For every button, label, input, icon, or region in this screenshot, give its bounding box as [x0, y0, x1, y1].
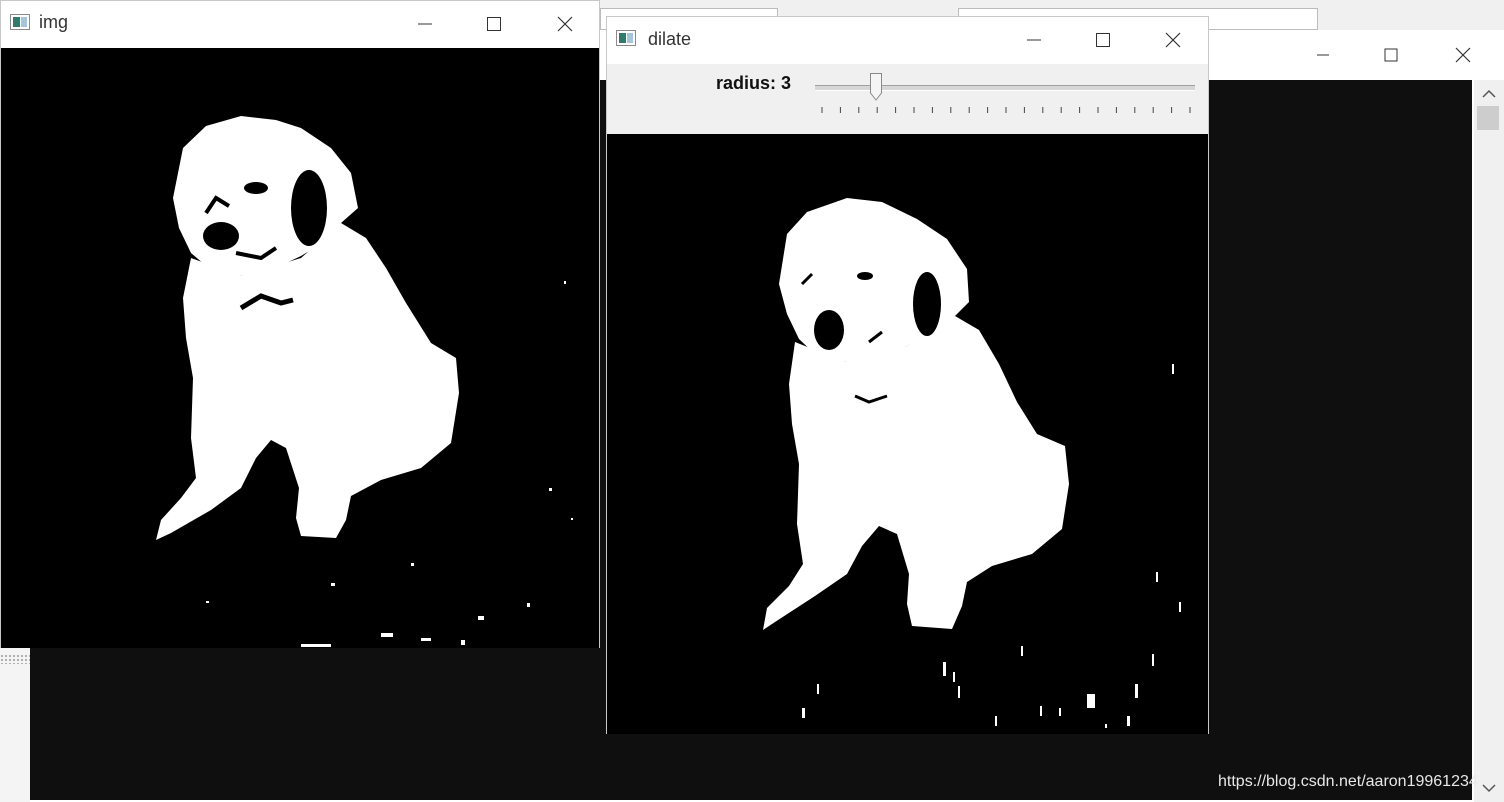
minimize-button[interactable]: [1017, 25, 1051, 55]
binary-dog-image: [1, 48, 599, 648]
img-window[interactable]: img: [0, 0, 600, 648]
bg-maximize-button[interactable]: [1374, 40, 1408, 70]
slider-ticks: [821, 107, 1191, 113]
close-button[interactable]: [1156, 25, 1190, 55]
window-title: img: [39, 12, 69, 32]
radius-slider-thumb[interactable]: [870, 73, 883, 101]
dilate-window[interactable]: dilate radius: 3: [606, 16, 1209, 734]
close-button[interactable]: [548, 9, 582, 39]
background-grip: [0, 654, 30, 664]
close-icon: [557, 16, 573, 32]
app-window-icon: [10, 14, 30, 30]
app-window-icon: [616, 30, 636, 46]
maximize-button[interactable]: [1086, 25, 1120, 55]
minimize-button[interactable]: [408, 9, 442, 39]
image-canvas: [1, 48, 599, 648]
background-left-panel: [0, 648, 30, 802]
scroll-down-icon[interactable]: [1474, 778, 1504, 798]
scroll-up-icon[interactable]: [1474, 84, 1504, 104]
bg-minimize-button[interactable]: [1306, 40, 1340, 70]
minimize-icon: [1317, 54, 1329, 56]
bg-close-button[interactable]: [1446, 40, 1480, 70]
img-titlebar[interactable]: img: [1, 1, 599, 47]
window-title: dilate: [648, 29, 692, 49]
close-icon: [1165, 32, 1181, 48]
maximize-icon: [1384, 48, 1398, 62]
maximize-icon: [1096, 33, 1110, 47]
scrollbar-thumb[interactable]: [1477, 106, 1499, 130]
dilate-titlebar[interactable]: dilate: [607, 17, 1208, 63]
trackbar-panel: radius: 3: [607, 64, 1208, 135]
minimize-icon: [1027, 39, 1041, 41]
maximize-button[interactable]: [477, 9, 511, 39]
vertical-scrollbar[interactable]: [1474, 80, 1504, 802]
dilated-dog-image: [607, 134, 1208, 734]
watermark-text: https://blog.csdn.net/aaron19961234: [1218, 773, 1478, 790]
trackbar-label: radius: 3: [716, 73, 792, 93]
maximize-icon: [487, 17, 501, 31]
dilated-image-canvas: [607, 134, 1208, 734]
minimize-icon: [418, 23, 432, 25]
close-icon: [1455, 47, 1471, 63]
